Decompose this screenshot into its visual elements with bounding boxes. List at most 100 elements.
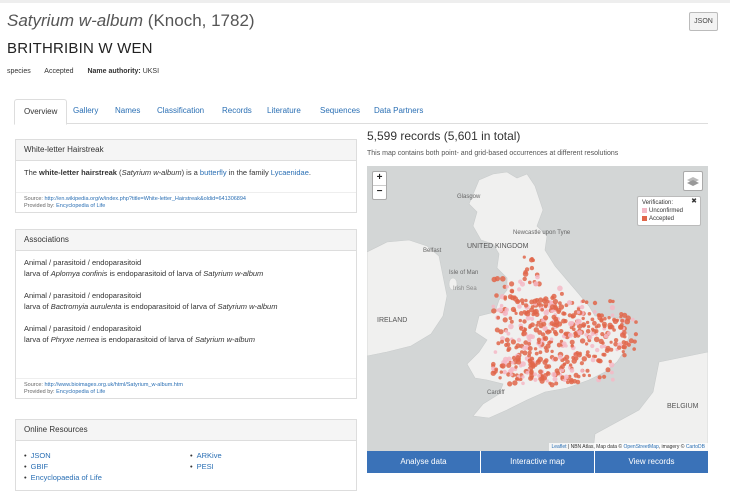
provided-label: Provided by:	[24, 389, 55, 395]
occurrence-point	[502, 356, 509, 363]
resource-link-pesi[interactable]: PESI	[197, 462, 214, 471]
tab-gallery[interactable]: Gallery	[64, 99, 107, 122]
text: is endoparasitoid of larva of	[99, 335, 195, 344]
legend-item-accepted[interactable]: Accepted	[642, 215, 696, 223]
occurrence-point	[543, 336, 547, 340]
occurrence-point	[581, 356, 587, 362]
resource-link-gbif[interactable]: GBIF	[31, 462, 49, 471]
association-text: larva of Bactromyia aurulenta is endopar…	[24, 301, 348, 312]
interactive-map-button[interactable]: Interactive map	[481, 451, 594, 473]
occurrence-point	[585, 368, 590, 373]
occurrence-point	[493, 350, 498, 354]
occurrence-point	[508, 323, 514, 330]
view-records-button[interactable]: View records	[595, 451, 708, 473]
occurrence-point	[537, 301, 541, 306]
occurrence-point	[509, 373, 513, 377]
tab-overview[interactable]: Overview	[14, 99, 68, 125]
source-link[interactable]: http://www.bioimages.org.uk/html/Satyriu…	[45, 382, 183, 388]
name-authority: Name authority: UKSI	[87, 68, 171, 75]
leaflet-link[interactable]: Leaflet	[552, 444, 567, 450]
occurrence-point	[522, 255, 526, 259]
occurrence-point	[518, 318, 522, 323]
occurrence-point	[595, 347, 600, 353]
tab-names[interactable]: Names	[106, 99, 149, 122]
species-italic: Satyrium w-album	[121, 168, 182, 177]
provider-link[interactable]: Encyclopedia of Life	[56, 203, 105, 209]
text: larva of	[24, 302, 51, 311]
occurrence-point	[610, 313, 615, 317]
occurrence-point	[530, 305, 535, 309]
occurrence-point	[584, 332, 589, 337]
layers-button[interactable]	[683, 171, 703, 191]
occurrence-point	[633, 332, 638, 337]
family-link[interactable]: Lycaenidae	[271, 168, 309, 177]
occurrence-point	[552, 298, 559, 305]
occurrence-point	[560, 375, 565, 380]
occurrence-point	[601, 341, 605, 345]
source-link[interactable]: http://en.wikipedia.org/w/index.php?titl…	[45, 196, 246, 202]
occurrence-point	[567, 332, 574, 338]
association-item: Animal / parasitoid / endoparasitoid lar…	[24, 290, 348, 312]
occurrence-point	[577, 330, 583, 336]
occurrence-point	[572, 327, 576, 331]
occurrence-point	[609, 324, 615, 330]
occurrence-point	[502, 310, 508, 316]
provider-link[interactable]: Encyclopedia of Life	[56, 389, 105, 395]
association-text: larva of Aplomya confinis is endoparasit…	[24, 268, 348, 279]
json-button[interactable]: JSON	[689, 12, 718, 31]
description-panel: White-letter Hairstreak The white-letter…	[15, 139, 357, 213]
tab-sequences[interactable]: Sequences	[311, 99, 369, 122]
occurrence-point	[541, 321, 547, 327]
occurrence-point	[527, 358, 532, 362]
resources-column-1: JSON GBIF Encyclopaedia of Life	[24, 450, 102, 483]
occurrence-point	[601, 321, 607, 327]
occurrence-point	[599, 313, 604, 318]
carto-link[interactable]: CartoDB	[686, 444, 705, 450]
occurrence-point	[579, 361, 584, 366]
resource-link-eol[interactable]: Encyclopaedia of Life	[31, 473, 102, 482]
occurrence-map[interactable]: Glasgow Newcastle upon Tyne UNITED KINGD…	[367, 166, 708, 451]
records-count: 5,599 records (5,601 in total)	[367, 129, 521, 143]
text: ) is a	[181, 168, 200, 177]
occurrence-point	[562, 311, 567, 316]
butterfly-link[interactable]: butterfly	[200, 168, 227, 177]
occurrence-point	[574, 321, 580, 326]
association-text: larva of Phryxe nemea is endoparasitoid …	[24, 334, 348, 345]
provided-label: Provided by:	[24, 203, 55, 209]
occurrence-point	[553, 356, 558, 362]
tab-classification[interactable]: Classification	[148, 99, 213, 122]
legend-close-icon[interactable]: ✖	[691, 198, 697, 206]
analyse-data-button[interactable]: Analyse data	[367, 451, 480, 473]
occurrence-point	[536, 359, 541, 363]
map-label-belgium: BELGIUM	[667, 403, 699, 410]
occurrence-point	[530, 322, 535, 328]
tab-literature[interactable]: Literature	[258, 99, 310, 122]
occurrence-point	[551, 314, 557, 320]
occurrence-point	[540, 332, 546, 337]
tab-bar: Overview Gallery Names Classification Re…	[14, 99, 708, 125]
occurrence-point	[538, 369, 543, 375]
zoom-out-button[interactable]: −	[373, 185, 386, 199]
host-species: Satyrium w-album	[217, 302, 278, 311]
tab-records[interactable]: Records	[213, 99, 261, 122]
description-source: Source: http://en.wikipedia.org/w/index.…	[16, 192, 356, 212]
resource-link-json[interactable]: JSON	[31, 451, 51, 460]
occurrence-point	[523, 340, 528, 345]
occurrence-point	[609, 305, 615, 311]
occurrence-point	[590, 343, 595, 349]
occurrence-point	[538, 350, 543, 355]
osm-link[interactable]: OpenStreetMap	[623, 444, 658, 450]
occurrence-point	[494, 293, 499, 298]
occurrence-point	[561, 341, 567, 347]
resource-link-arkive[interactable]: ARKive	[197, 451, 222, 460]
occurrence-point	[536, 320, 541, 325]
legend-item-unconfirmed[interactable]: Unconfirmed	[642, 207, 696, 215]
tab-data-partners[interactable]: Data Partners	[365, 99, 432, 122]
page-title: Satyrium w-album (Knoch, 1782)	[7, 11, 255, 31]
text: larva of	[24, 335, 51, 344]
map-label-belfast: Belfast	[423, 248, 442, 254]
zoom-in-button[interactable]: +	[373, 172, 386, 185]
occurrence-point	[523, 303, 529, 308]
occurrence-point	[529, 257, 534, 263]
occurrence-point	[550, 309, 554, 313]
